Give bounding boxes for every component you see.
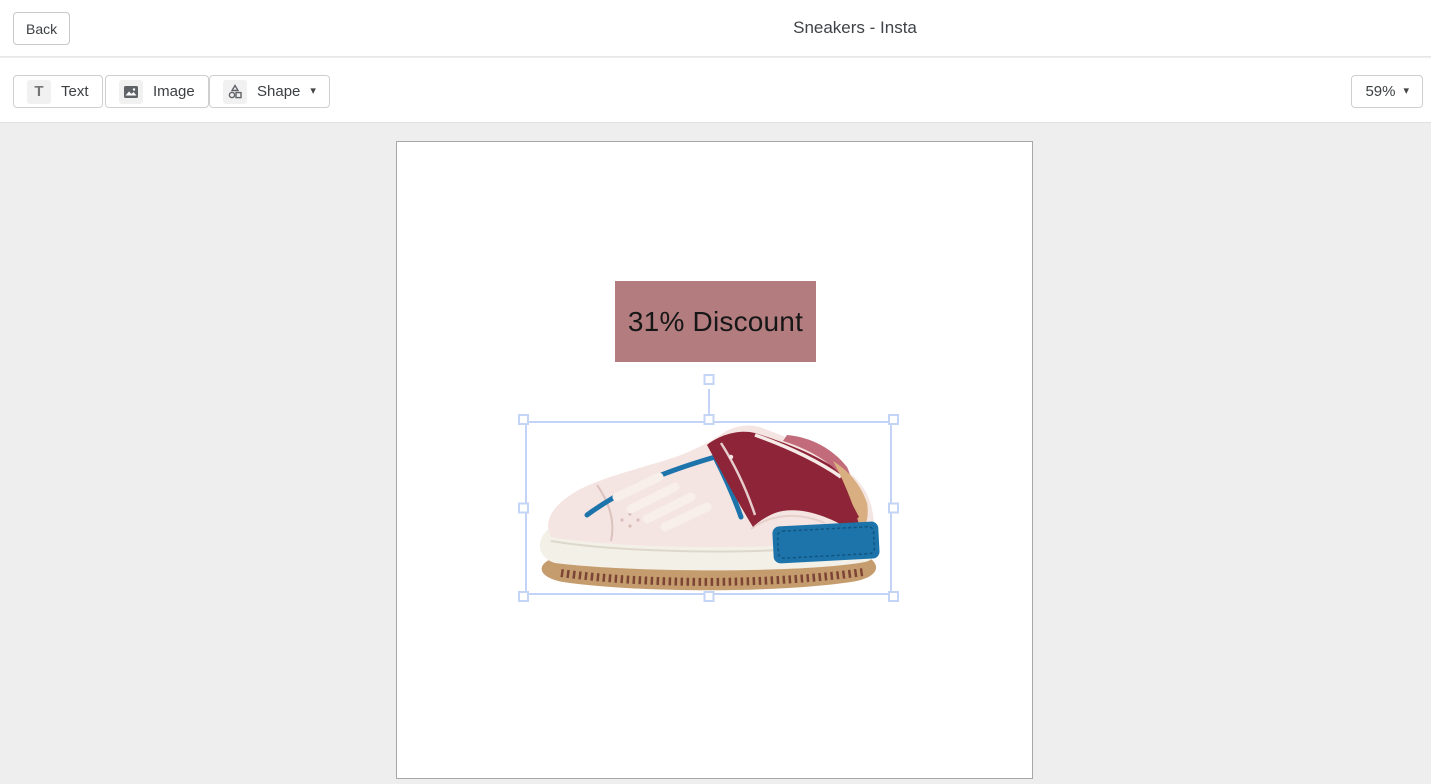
page-title: Sneakers - Insta [793,18,917,37]
text-icon: T [27,79,51,104]
image-tool-label: Image [153,83,195,100]
chevron-down-icon: ▾ [310,85,316,97]
resize-handle-n[interactable] [703,414,714,425]
resize-handle-sw[interactable] [518,591,529,602]
shape-tool-label: Shape [257,83,301,100]
header-bar: Back Sneakers - Insta [0,0,1431,57]
canvas-workspace: 31% Discount [0,123,1431,784]
zoom-level-value: 59% [1365,83,1396,100]
resize-handle-s[interactable] [703,591,714,602]
sneaker-image[interactable] [525,421,892,595]
text-tool-label: Text [61,83,89,100]
shape-tool-button[interactable]: Shape ▾ [209,75,330,108]
image-tool-button[interactable]: Image [105,75,209,108]
chevron-down-icon: ▾ [1403,85,1409,97]
shapes-icon [223,79,247,104]
resize-handle-e[interactable] [888,502,899,514]
resize-handle-ne[interactable] [888,414,899,425]
text-tool-button[interactable]: T Text [13,75,103,108]
toolbar: T Text Image Shape ▾ 59% ▾ [0,58,1431,123]
resize-handle-nw[interactable] [518,414,529,425]
resize-handle-w[interactable] [518,502,529,514]
discount-banner[interactable]: 31% Discount [615,281,816,362]
resize-handle-se[interactable] [888,591,899,602]
picture-icon [119,79,143,104]
rotation-handle[interactable] [703,374,714,385]
sneaker-graphic [539,425,880,591]
zoom-level-dropdown[interactable]: 59% ▾ [1351,75,1423,108]
back-button[interactable]: Back [13,12,71,45]
artboard[interactable]: 31% Discount [396,141,1033,779]
